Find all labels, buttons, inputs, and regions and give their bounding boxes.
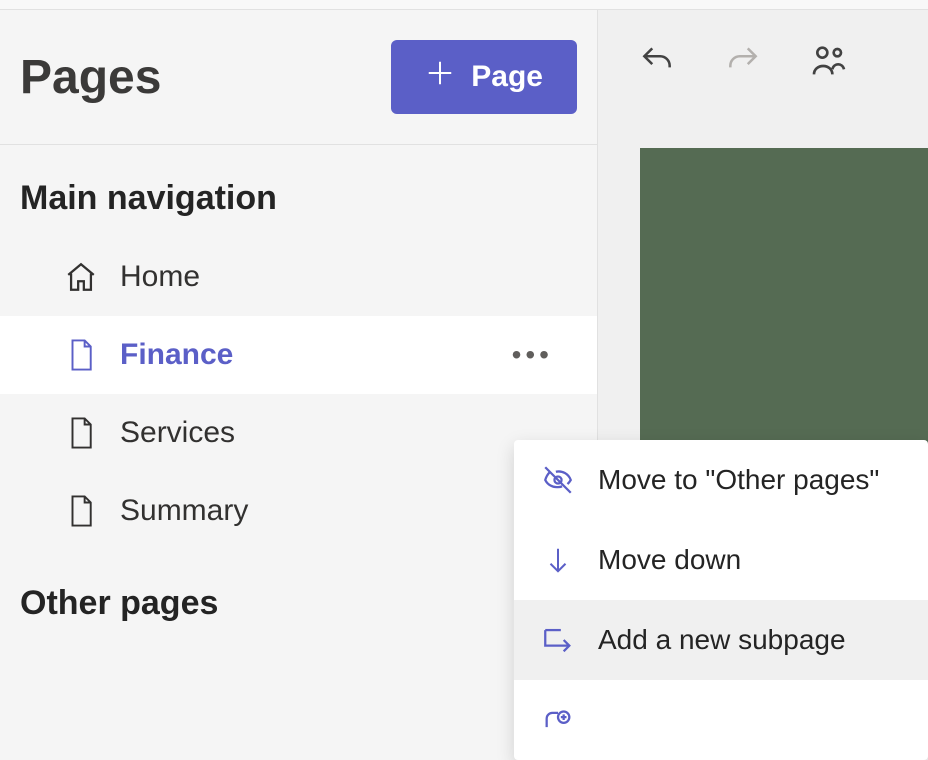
page-context-menu: Move to "Other pages" Move down Add a ne… xyxy=(514,440,928,760)
nav-item-label: Home xyxy=(120,260,587,294)
redo-button[interactable] xyxy=(720,38,766,84)
nav-item-services[interactable]: Services xyxy=(0,394,597,472)
add-icon xyxy=(540,702,576,738)
editor-toolbar xyxy=(598,10,928,112)
more-options-button[interactable]: ••• xyxy=(512,339,553,371)
page-icon xyxy=(64,494,98,528)
window-top-bar xyxy=(0,0,928,10)
page-icon xyxy=(64,416,98,450)
page-icon xyxy=(64,338,98,372)
nav-item-finance[interactable]: Finance ••• xyxy=(0,316,597,394)
new-page-button[interactable]: Page xyxy=(391,40,577,114)
undo-button[interactable] xyxy=(634,38,680,84)
sidebar-title: Pages xyxy=(20,50,161,105)
context-item-partial[interactable] xyxy=(514,680,928,760)
nav-item-home[interactable]: Home xyxy=(0,238,597,316)
home-icon xyxy=(64,260,98,294)
pages-sidebar: Pages Page Main navigation Home xyxy=(0,10,598,721)
new-page-label: Page xyxy=(471,60,543,94)
context-item-label: Move to "Other pages" xyxy=(598,464,879,496)
sidebar-header: Pages Page xyxy=(0,10,597,145)
hide-icon xyxy=(540,462,576,498)
other-pages-heading: Other pages xyxy=(0,550,597,643)
context-move-to-other-pages[interactable]: Move to "Other pages" xyxy=(514,440,928,520)
nav-item-label: Finance xyxy=(120,338,490,372)
context-item-label: Move down xyxy=(598,544,741,576)
subpage-icon xyxy=(540,622,576,658)
comments-button[interactable] xyxy=(806,38,852,84)
page-canvas[interactable] xyxy=(640,148,928,448)
context-item-label: Add a new subpage xyxy=(598,624,846,656)
arrow-down-icon xyxy=(540,542,576,578)
context-add-subpage[interactable]: Add a new subpage xyxy=(514,600,928,680)
plus-icon xyxy=(425,58,455,96)
main-navigation-list: Home Finance ••• Services xyxy=(0,238,597,550)
context-move-down[interactable]: Move down xyxy=(514,520,928,600)
main-navigation-heading: Main navigation xyxy=(0,145,597,238)
nav-item-summary[interactable]: Summary xyxy=(0,472,597,550)
